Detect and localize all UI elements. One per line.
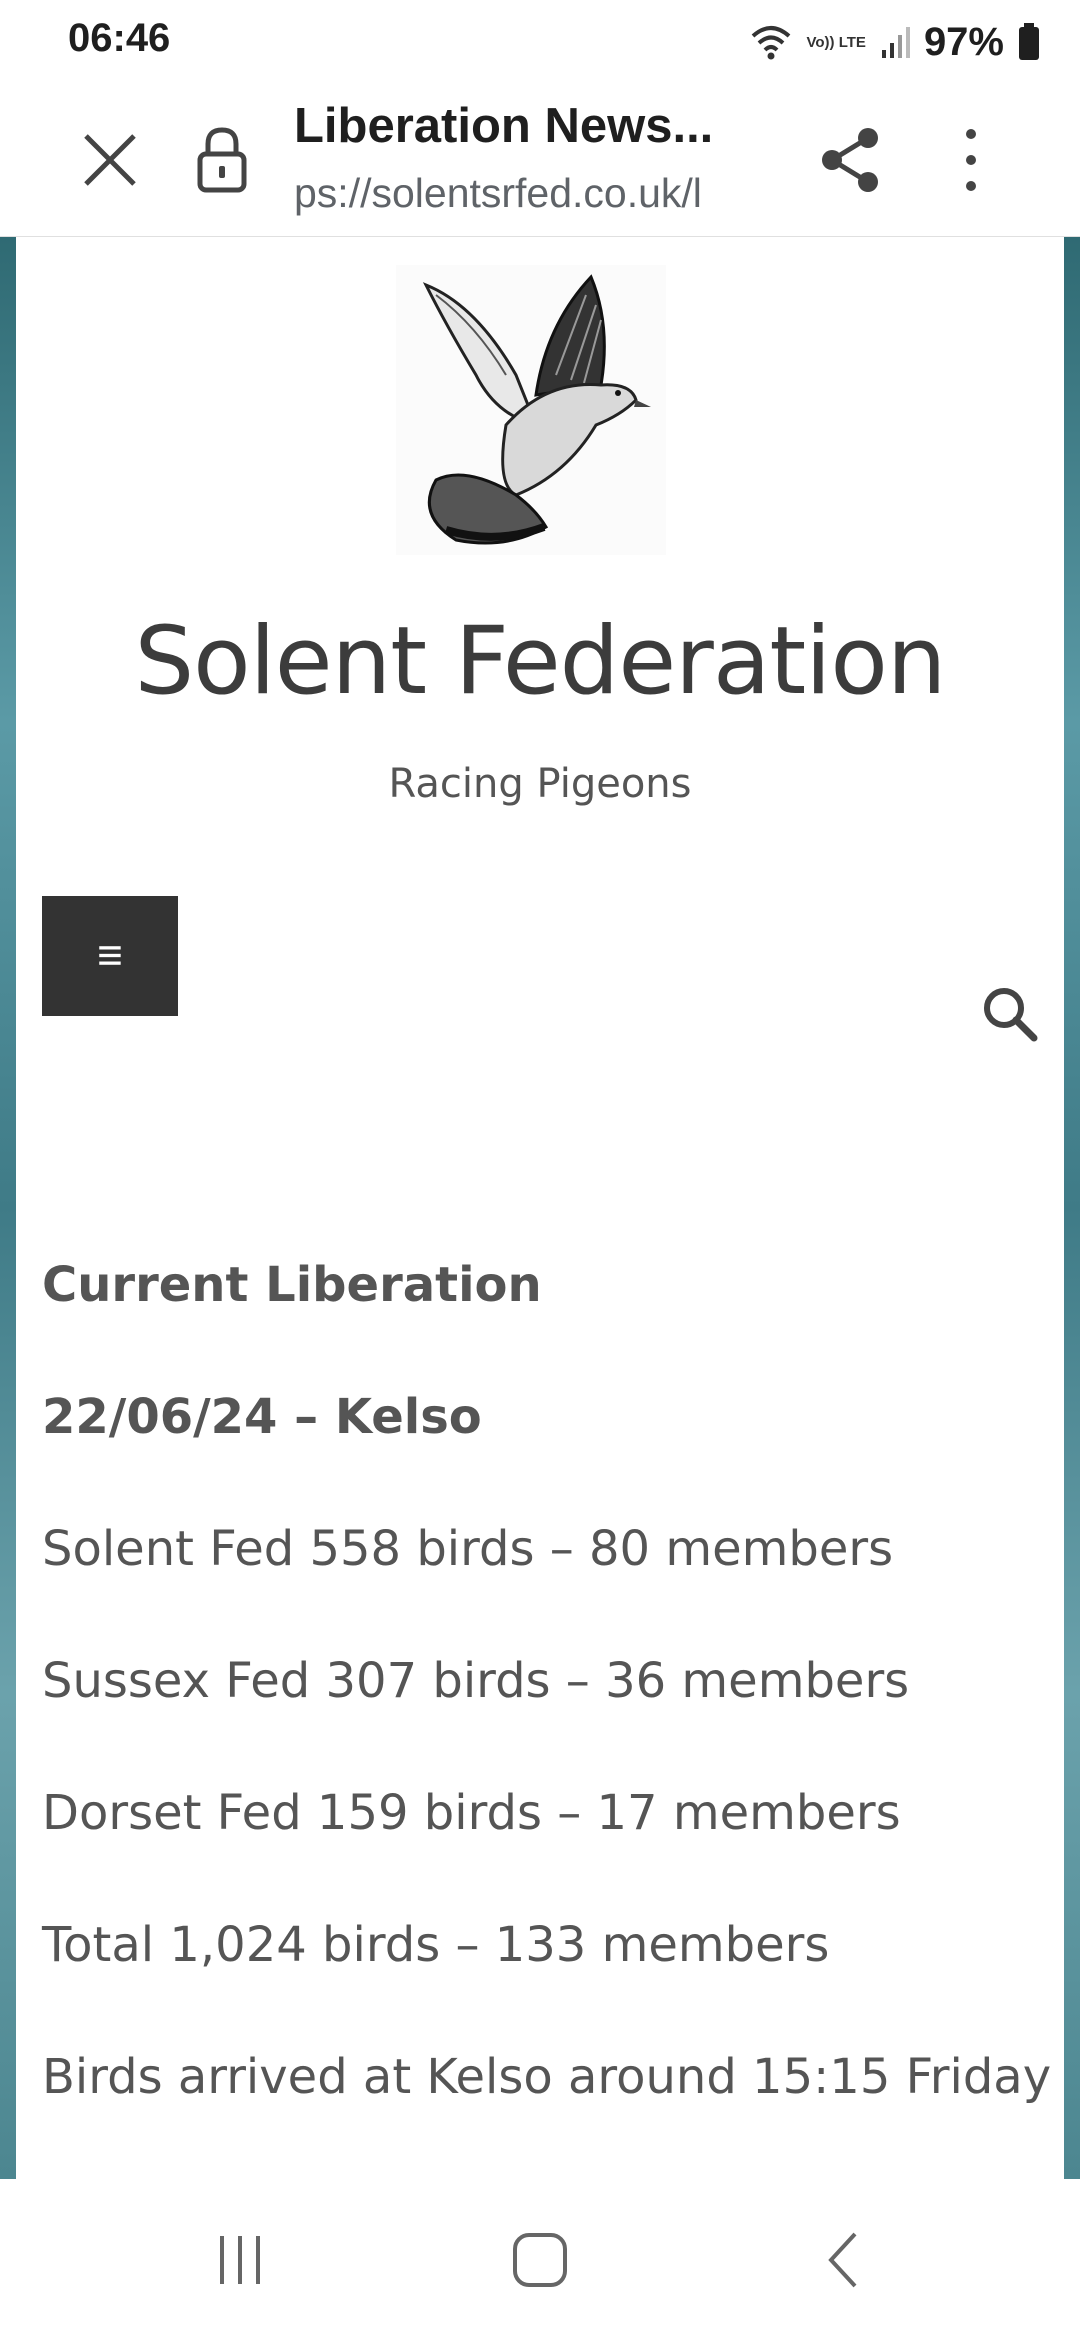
recents-button[interactable] <box>190 2225 290 2295</box>
pigeon-logo <box>396 265 666 555</box>
article-line: Birds arrived at Kelso around 15:15 Frid… <box>42 2049 1052 2105</box>
back-button[interactable] <box>795 2225 895 2295</box>
signal-icon <box>881 27 910 58</box>
status-time: 06:46 <box>68 16 171 60</box>
article-heading: Current Liberation <box>42 1257 542 1313</box>
site-title[interactable]: Solent Federation <box>16 607 1064 716</box>
hamburger-menu-button[interactable]: ≡ <box>42 896 178 1016</box>
article-line: Dorset Fed 159 birds – 17 members <box>42 1785 901 1841</box>
page-title: Liberation News... <box>294 99 714 153</box>
url-text: ps://solentsrfed.co.uk/l <box>294 170 702 216</box>
battery-percentage: 97% <box>923 19 1004 64</box>
back-icon <box>828 2232 857 2288</box>
browser-toolbar: Liberation News... ps://solentsrfed.co.u… <box>0 84 1080 237</box>
navigation-bar <box>0 2179 1080 2340</box>
close-tab-button[interactable] <box>72 122 148 198</box>
search-icon <box>984 988 1038 1042</box>
status-bar: 06:46 Vo)) LTE 97% <box>0 0 1080 84</box>
liberation-article: Current Liberation 22/06/24 – Kelso Sole… <box>42 1257 1052 2179</box>
home-button[interactable] <box>490 2225 590 2295</box>
site-security-button[interactable] <box>190 122 254 198</box>
article-line: Solent Fed 558 birds – 80 members <box>42 1521 894 1577</box>
battery-icon <box>1019 23 1039 60</box>
share-icon <box>822 128 878 192</box>
site-tagline: Racing Pigeons <box>388 761 692 807</box>
recents-icon <box>220 2236 260 2284</box>
article-subheading: 22/06/24 – Kelso <box>42 1389 482 1445</box>
network-type-label: Vo)) LTE <box>806 33 866 51</box>
article-line: Total 1,024 birds – 133 members <box>42 1917 830 1973</box>
share-button[interactable] <box>812 120 888 200</box>
more-vert-icon <box>966 129 976 191</box>
page-content: Solent Federation Racing Pigeons ≡ Curre… <box>16 237 1064 2179</box>
site-logo[interactable] <box>396 265 666 555</box>
more-options-button[interactable] <box>946 120 996 200</box>
wifi-icon <box>751 26 790 60</box>
close-icon <box>84 134 136 186</box>
lock-icon <box>197 127 247 193</box>
url-display[interactable]: ps://solentsrfed.co.uk/l <box>294 170 774 217</box>
search-button[interactable] <box>978 982 1042 1046</box>
article-line: Sussex Fed 307 birds – 36 members <box>42 1653 910 1709</box>
status-icons: Vo)) LTE 97% <box>749 18 1041 66</box>
web-page: Solent Federation Racing Pigeons ≡ Curre… <box>0 237 1080 2179</box>
home-icon <box>513 2233 567 2287</box>
hamburger-icon: ≡ <box>97 931 123 980</box>
